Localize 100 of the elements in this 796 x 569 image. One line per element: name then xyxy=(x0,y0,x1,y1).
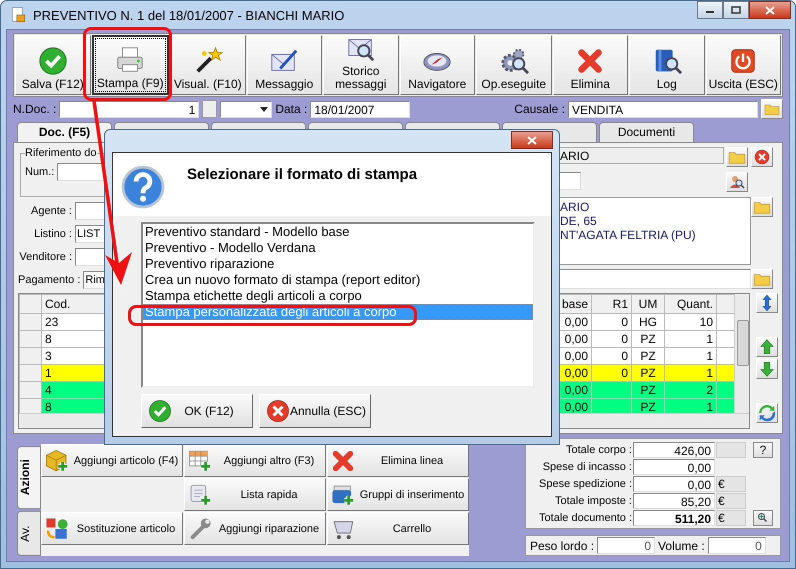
refresh-button[interactable] xyxy=(756,403,778,423)
action-button[interactable]: Sostituzione articolo xyxy=(41,512,183,545)
field-label: Listino : xyxy=(33,228,72,240)
x-circle-icon xyxy=(754,149,770,165)
action-button[interactable]: Aggiungi altro (F3) xyxy=(184,444,326,477)
close-button[interactable] xyxy=(749,1,791,19)
field-label: Peso lordo : xyxy=(530,538,594,552)
address-line: NT'AGATA FELTRIA (PU) xyxy=(560,228,697,242)
total-value: 426,00 xyxy=(633,442,715,458)
list-item[interactable]: Preventivo - Modello Verdana xyxy=(143,240,533,256)
toolbar-button[interactable]: Log xyxy=(629,35,704,95)
dropdown[interactable] xyxy=(220,100,272,118)
down-arrow-icon xyxy=(758,360,776,378)
toolbar-button[interactable]: Messaggio xyxy=(246,35,322,95)
caret-icon xyxy=(260,106,268,112)
x-circle-icon xyxy=(266,399,290,423)
folder-button[interactable] xyxy=(726,147,748,167)
move-up-button[interactable] xyxy=(756,337,778,357)
close-button[interactable] xyxy=(511,131,553,149)
total-label: Spese spedizione : xyxy=(538,478,632,490)
up-arrow-icon xyxy=(758,338,776,356)
input-field[interactable]: 0 xyxy=(708,537,766,554)
currency-unit: € xyxy=(716,510,746,526)
toolbar-button[interactable]: Op.eseguite xyxy=(476,35,552,95)
input-field[interactable]: 1 xyxy=(59,100,200,118)
group-title: Riferimento do xyxy=(25,147,97,159)
currency-unit: € xyxy=(716,492,746,508)
list-item[interactable]: Preventivo standard - Modello base xyxy=(143,224,533,240)
field-label: N.Doc. : xyxy=(13,102,56,116)
field-label: Pagamento : xyxy=(18,274,80,286)
field-label: Causale : xyxy=(514,102,565,116)
box-plus-icon xyxy=(44,448,70,474)
toolbar-button[interactable]: Uscita (ESC) xyxy=(706,35,781,95)
total-value: 0,00 xyxy=(633,476,715,492)
column-header[interactable]: R1 xyxy=(592,294,632,314)
check-icon xyxy=(148,399,172,423)
check-icon xyxy=(38,46,68,76)
person-magnifier-icon xyxy=(729,174,745,190)
total-value: 511,20 xyxy=(633,510,715,526)
zoom-button[interactable] xyxy=(753,510,773,526)
side-tab[interactable]: Azioni xyxy=(17,446,41,510)
list-item[interactable]: Stampa etichette degli articoli a corpo xyxy=(143,288,533,304)
address-line: ARIO xyxy=(560,200,590,214)
column-header[interactable]: UM xyxy=(632,294,664,314)
toolbar-button[interactable]: Navigatore xyxy=(400,35,475,95)
total-label: Totale imposte : xyxy=(554,494,632,506)
field-label: Venditore : xyxy=(18,251,72,263)
address-line: DE, 65 xyxy=(560,214,598,228)
gears-icon xyxy=(498,46,529,76)
input-field[interactable]: 0 xyxy=(597,537,656,554)
document-app-icon xyxy=(9,6,27,24)
list-item[interactable]: Preventivo riparazione xyxy=(143,256,533,272)
field-label: Data : xyxy=(275,102,308,116)
vertical-scrollbar[interactable] xyxy=(734,294,749,414)
action-button[interactable]: Gruppi di inserimento xyxy=(327,478,469,511)
maximize-button[interactable] xyxy=(723,1,749,19)
toolbar-button[interactable]: Storico messaggi xyxy=(323,35,398,95)
side-tab[interactable]: Av. xyxy=(17,511,41,556)
action-button[interactable]: Elimina linea xyxy=(327,444,469,477)
delete-button[interactable] xyxy=(751,147,773,167)
cancel-button[interactable]: Annulla (ESC) xyxy=(259,394,371,428)
minimize-button[interactable] xyxy=(697,1,723,19)
action-button[interactable]: Aggiungi riparazione xyxy=(184,512,326,545)
move-down-button[interactable] xyxy=(756,359,778,379)
dialog-title: Selezionare il formato di stampa xyxy=(187,166,418,183)
refresh-icon xyxy=(758,404,776,422)
action-button[interactable]: Carrello xyxy=(327,512,469,545)
field-label: Num.: xyxy=(25,166,54,178)
action-button[interactable]: Lista rapida xyxy=(184,478,326,511)
toolbar-button[interactable]: Salva (F12) xyxy=(15,35,90,95)
swap-icon xyxy=(44,516,70,542)
total-value: 85,20 xyxy=(633,492,715,508)
toolbar-button[interactable]: Visual. (F10) xyxy=(170,35,246,95)
customer-search-button[interactable] xyxy=(726,172,748,192)
action-button[interactable]: Aggiungi articolo (F4) xyxy=(41,444,183,477)
tab[interactable]: Documenti xyxy=(599,122,694,142)
column-header[interactable]: Quant. xyxy=(664,294,716,314)
window-title: PREVENTIVO N. 1 del 18/01/2007 - BIANCHI MARIO xyxy=(33,8,344,22)
question-icon xyxy=(121,165,165,209)
reorder-button[interactable] xyxy=(756,293,778,313)
total-label: Totale corpo : xyxy=(564,444,632,456)
folder-button[interactable] xyxy=(761,99,783,119)
list-item[interactable]: Crea un nuovo formato di stampa (report editor) xyxy=(143,272,533,288)
input-field[interactable]: 18/01/2007 xyxy=(310,100,410,118)
close-icon xyxy=(765,6,775,14)
toolbar-button[interactable]: Elimina xyxy=(552,35,628,95)
field-label: Volume : xyxy=(658,538,705,552)
field-label: Agente : xyxy=(30,205,72,217)
ok-button[interactable]: OK (F12) xyxy=(141,394,253,428)
currency-unit: € xyxy=(716,476,746,492)
close-icon xyxy=(527,136,537,144)
total-label: Totale documento : xyxy=(538,512,632,524)
toolbar-button[interactable]: Stampa (F9) xyxy=(92,35,169,95)
total-value: 0,00 xyxy=(633,458,715,474)
folder-button[interactable] xyxy=(751,269,773,290)
maximize-icon xyxy=(731,6,741,14)
total-label: Spese di incasso : xyxy=(542,460,632,472)
help-button[interactable]: ? xyxy=(753,442,773,458)
folder-button[interactable] xyxy=(751,196,773,216)
input-field[interactable]: VENDITA xyxy=(568,100,758,118)
